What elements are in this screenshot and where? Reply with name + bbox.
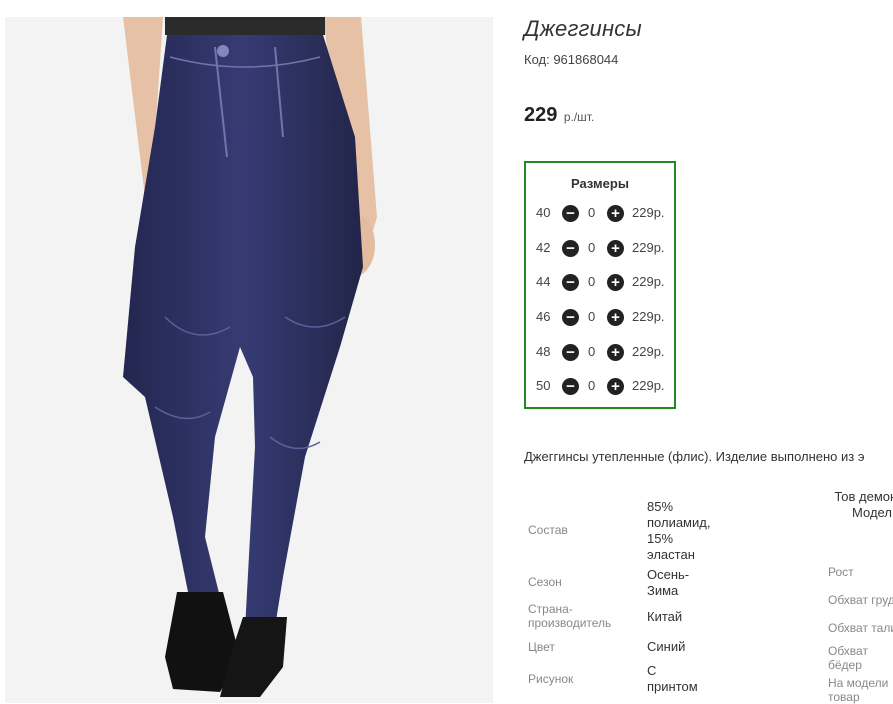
model-label-chest: Обхват груд bbox=[828, 593, 893, 607]
plus-circle-icon[interactable]: + bbox=[607, 309, 624, 326]
size-label: 46 bbox=[536, 309, 551, 324]
model-label-waist: Обхват тали bbox=[828, 621, 893, 635]
model-label-height: Рост bbox=[828, 565, 854, 579]
size-price: 229р. bbox=[632, 205, 665, 220]
size-label: 42 bbox=[536, 240, 551, 255]
attr-label-color: Цвет bbox=[528, 640, 555, 654]
size-quantity: 0 bbox=[588, 274, 596, 289]
model-info-heading: Тов демонст Модел bbox=[834, 489, 893, 520]
product-photo bbox=[5, 17, 493, 703]
product-code: Код: 961868044 bbox=[524, 52, 619, 67]
minus-circle-icon[interactable]: − bbox=[562, 378, 579, 395]
model-label-hips: Обхват бёдер bbox=[828, 644, 868, 672]
minus-circle-icon[interactable]: − bbox=[562, 309, 579, 326]
size-row: 46 − 0 + 229р. bbox=[526, 306, 674, 328]
minus-circle-icon[interactable]: − bbox=[562, 344, 579, 361]
plus-circle-icon[interactable]: + bbox=[607, 205, 624, 222]
attr-label-country: Страна-производитель bbox=[528, 602, 612, 630]
sizes-heading: Размеры bbox=[571, 176, 629, 191]
size-quantity: 0 bbox=[588, 205, 596, 220]
size-quantity: 0 bbox=[588, 378, 596, 393]
size-price: 229р. bbox=[632, 274, 665, 289]
plus-circle-icon[interactable]: + bbox=[607, 344, 624, 361]
size-label: 40 bbox=[536, 205, 551, 220]
attr-value-color: Синий bbox=[647, 639, 686, 654]
size-row: 44 − 0 + 229р. bbox=[526, 271, 674, 293]
product-title: Джеггинсы bbox=[524, 16, 642, 41]
attr-value-composition: 85% полиамид, 15% эластан bbox=[647, 499, 711, 562]
attr-value-pattern: С принтом bbox=[647, 663, 698, 694]
attr-label-composition: Состав bbox=[528, 523, 568, 537]
attr-value-season: Осень-Зима bbox=[647, 567, 690, 598]
attr-label-pattern: Рисунок bbox=[528, 672, 574, 686]
size-price: 229р. bbox=[632, 309, 665, 324]
attr-value-country: Китай bbox=[647, 609, 683, 624]
plus-circle-icon[interactable]: + bbox=[607, 240, 624, 257]
size-price: 229р. bbox=[632, 378, 665, 393]
size-row: 48 − 0 + 229р. bbox=[526, 341, 674, 363]
sizes-panel: Размеры 40 − 0 + 229р. 42 − 0 + 229р. 44… bbox=[524, 161, 676, 409]
price-unit: р./шт. bbox=[563, 110, 595, 124]
plus-circle-icon[interactable]: + bbox=[607, 378, 624, 395]
plus-circle-icon[interactable]: + bbox=[607, 274, 624, 291]
size-quantity: 0 bbox=[588, 240, 596, 255]
size-quantity: 0 bbox=[588, 309, 596, 324]
size-label: 48 bbox=[536, 344, 551, 359]
product-description: Джеггинсы утепленные (флис). Изделие вып… bbox=[524, 449, 865, 464]
size-row: 40 − 0 + 229р. bbox=[526, 202, 674, 224]
size-label: 50 bbox=[536, 378, 551, 393]
minus-circle-icon[interactable]: − bbox=[562, 205, 579, 222]
size-label: 44 bbox=[536, 274, 551, 289]
size-quantity: 0 bbox=[588, 344, 596, 359]
size-price: 229р. bbox=[632, 240, 665, 255]
size-row: 50 − 0 + 229р. bbox=[526, 375, 674, 397]
price-value: 229 bbox=[524, 104, 558, 126]
minus-circle-icon[interactable]: − bbox=[562, 274, 579, 291]
size-price: 229р. bbox=[632, 344, 665, 359]
product-price: 229 р./шт. bbox=[524, 104, 594, 127]
size-row: 42 − 0 + 229р. bbox=[526, 237, 674, 259]
model-label-worn-size: На модели товар bbox=[828, 676, 889, 704]
minus-circle-icon[interactable]: − bbox=[562, 240, 579, 257]
attr-label-season: Сезон bbox=[528, 575, 562, 589]
